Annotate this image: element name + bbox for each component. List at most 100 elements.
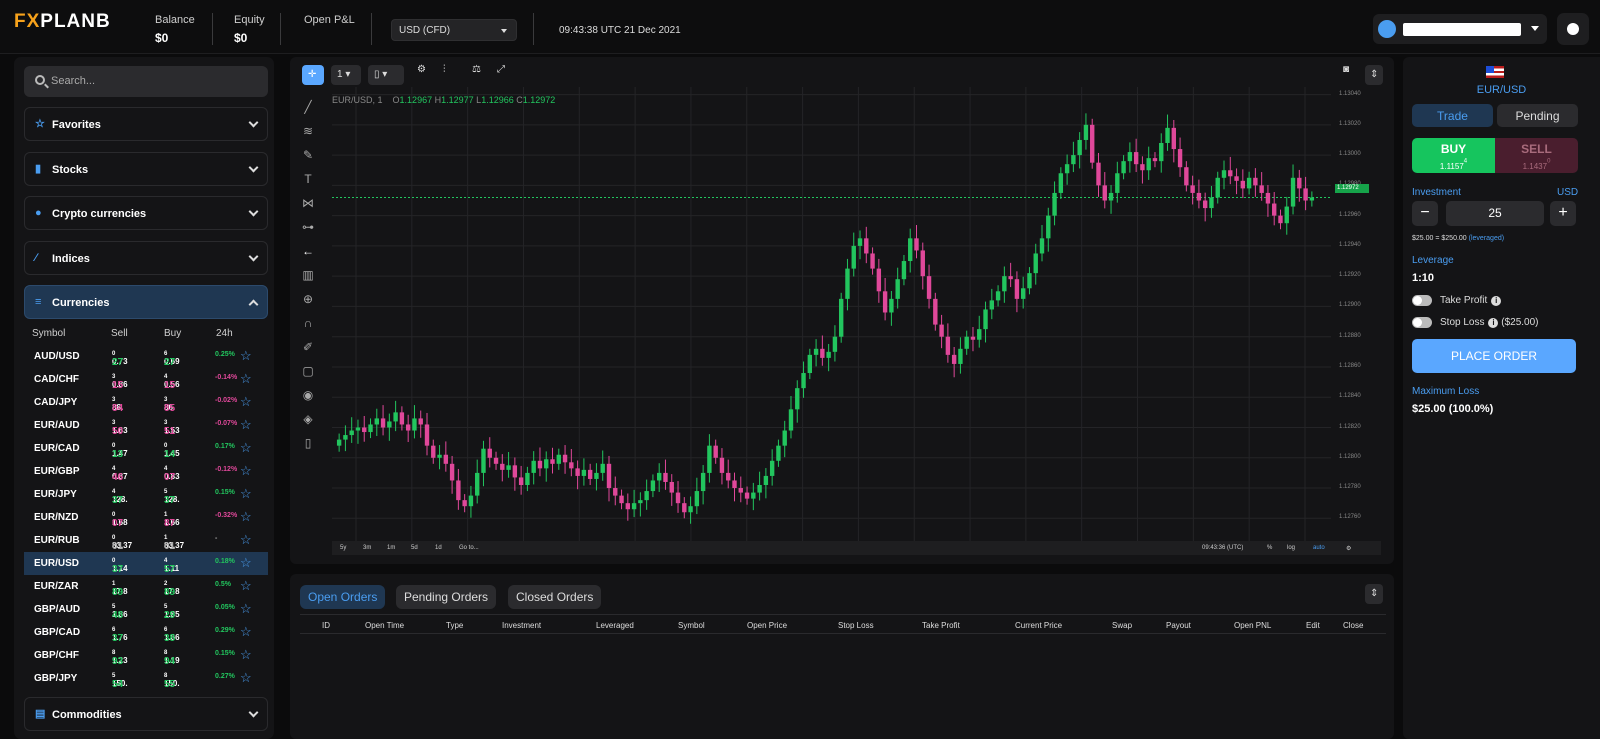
search-input[interactable]: Search... (24, 66, 268, 97)
sell-price[interactable]: 1.23 93 8 (112, 650, 128, 667)
scale-option[interactable]: auto (1313, 545, 1325, 551)
star-icon[interactable]: ☆ (240, 394, 252, 410)
info-icon[interactable]: i (1491, 296, 1502, 306)
back-arrow-icon[interactable]: ← (296, 239, 320, 263)
decrease-button[interactable]: − (1412, 201, 1438, 226)
interval-select[interactable]: 1 ▾ (331, 65, 361, 85)
sell-price[interactable]: 1.14 37 0 (112, 558, 128, 575)
buy-price[interactable]: 1.11 57 4 (164, 558, 179, 575)
buy-price[interactable]: 0.56 15 4 (164, 374, 180, 391)
info-icon[interactable]: i (1488, 318, 1499, 328)
buy-price[interactable]: 1.66 87 1 (164, 512, 180, 529)
star-icon[interactable]: ☆ (240, 348, 252, 364)
currency-row[interactable]: GBP/CAD 1.76 37 6 1.66 38 6 0.29% ☆ (24, 621, 268, 644)
category-currencies[interactable]: ≡ Currencies (24, 285, 268, 319)
buy-price[interactable]: 1.19 94 8 (164, 650, 180, 667)
buy-price[interactable]: 1.85 29 5 (164, 604, 180, 621)
currency-row[interactable]: GBP/CHF 1.23 93 8 1.19 94 8 0.15% ☆ (24, 644, 268, 667)
currency-row[interactable]: EUR/AUD 1.63 50 3 1.53 51 3 -0.07% ☆ (24, 414, 268, 437)
settings-icon[interactable]: ⚙ (417, 64, 426, 75)
scale-option[interactable]: log (1287, 545, 1295, 551)
currency-row[interactable]: CAD/CHF 0.86 15 3 0.56 15 4 -0.14% ☆ (24, 368, 268, 391)
buy-button[interactable]: BUY 1.11574 (1412, 138, 1495, 173)
currency-row[interactable]: EUR/JPY 128. 37 4 128. 37 5 0.15% ☆ (24, 483, 268, 506)
buy-price[interactable]: 0.69 27 6 (164, 351, 180, 368)
sell-price[interactable]: 150. 54 5 (112, 673, 128, 687)
star-icon[interactable]: ☆ (240, 486, 252, 502)
account-currency-select[interactable]: USD (CFD) (391, 19, 517, 41)
fullscreen-icon[interactable]: ⤢ (497, 64, 505, 75)
tab-pending-orders[interactable]: Pending Orders (396, 585, 497, 609)
currency-row[interactable]: GBP/JPY 150. 54 5 150. 55 8 0.27% ☆ (24, 667, 268, 687)
layers-icon[interactable]: ◈ (296, 407, 320, 431)
candlestick-chart[interactable] (332, 87, 1331, 541)
star-icon[interactable]: ☆ (240, 555, 252, 571)
increase-button[interactable]: + (1550, 201, 1576, 226)
range-button[interactable]: 5d (411, 545, 418, 551)
star-icon[interactable]: ☆ (240, 463, 252, 479)
expand-orders-button[interactable]: ⇕ (1365, 584, 1383, 604)
tab-trade[interactable]: Trade (1412, 104, 1493, 127)
take-profit-toggle[interactable] (1412, 295, 1432, 306)
star-icon[interactable]: ☆ (240, 371, 252, 387)
place-order-button[interactable]: PLACE ORDER (1412, 339, 1576, 373)
sell-price[interactable]: 1.68 07 0 (112, 512, 128, 529)
currency-row[interactable]: EUR/ZAR 17.8 89 1 17.8 89 2 0.5% ☆ (24, 575, 268, 598)
zoom-icon[interactable]: ⊕ (296, 287, 320, 311)
camera-icon[interactable]: ◙ (1343, 64, 1349, 75)
currency-row[interactable]: GBP/AUD 1.86 48 5 1.85 29 5 0.05% ☆ (24, 598, 268, 621)
settings-icon[interactable]: ⚙ (1346, 545, 1351, 552)
range-button[interactable]: 5y (340, 545, 346, 551)
buy-price[interactable]: 17.8 89 2 (164, 581, 180, 598)
compare-icon[interactable]: ⚖ (472, 64, 481, 75)
range-button[interactable]: Go to... (459, 545, 479, 551)
sell-price[interactable]: 1.76 37 6 (112, 627, 128, 644)
trendline-icon[interactable]: ╱ (296, 95, 320, 119)
scale-option[interactable]: % (1267, 545, 1272, 551)
range-button[interactable]: 1m (387, 545, 395, 551)
category-commodities[interactable]: ▤ Commodities (24, 697, 268, 731)
buy-price[interactable]: 1.45 14 0 (164, 443, 180, 460)
currency-row[interactable]: EUR/RUB 83.37 01 0 83.37 01 1 - ☆ (24, 529, 268, 552)
pattern-icon[interactable]: ⋈ (296, 191, 320, 215)
star-icon[interactable]: ☆ (240, 417, 252, 433)
fib-icon[interactable]: ≋ (296, 119, 320, 143)
category-crypto[interactable]: ● Crypto currencies (24, 196, 268, 230)
buy-price[interactable]: 150. 55 8 (164, 673, 180, 687)
currency-row[interactable]: EUR/USD 1.14 37 0 1.11 57 4 0.18% ☆ (24, 552, 268, 575)
category-indices[interactable]: ∕ Indices (24, 241, 268, 275)
star-icon[interactable]: ☆ (240, 509, 252, 525)
category-favorites[interactable]: ☆ Favorites (24, 107, 268, 141)
currency-row[interactable]: EUR/NZD 1.68 07 0 1.66 87 1 -0.32% ☆ (24, 506, 268, 529)
star-icon[interactable]: ☆ (240, 440, 252, 456)
buy-price[interactable]: 83.37 01 1 (164, 535, 184, 552)
chart-type-select[interactable]: ▯ ▾ (368, 65, 404, 85)
sell-price[interactable]: 0.86 15 3 (112, 374, 128, 391)
sell-button[interactable]: SELL 1.14370 (1495, 138, 1578, 173)
measure-icon[interactable]: ▥ (296, 263, 320, 287)
brush-icon[interactable]: ✎ (296, 143, 320, 167)
text-icon[interactable]: T (296, 167, 320, 191)
buy-price[interactable]: 128. 37 5 (164, 489, 180, 506)
sell-price[interactable]: 17.8 89 1 (112, 581, 128, 598)
range-button[interactable]: 1d (435, 545, 442, 551)
crosshair-tool-button[interactable]: ✛ (302, 65, 324, 85)
sell-price[interactable]: 0.73 27 0 (112, 351, 128, 368)
buy-price[interactable]: 1.53 51 3 (164, 420, 180, 437)
star-icon[interactable]: ☆ (240, 601, 252, 617)
range-button[interactable]: 3m (363, 545, 371, 551)
magnet-icon[interactable]: ∩ (296, 311, 320, 335)
lock-drawing-icon[interactable]: ✐ (296, 335, 320, 359)
sell-price[interactable]: 83.37 01 0 (112, 535, 132, 552)
sell-price[interactable]: 1.86 48 5 (112, 604, 128, 621)
currency-row[interactable]: AUD/USD 0.73 27 0 0.69 27 6 0.25% ☆ (24, 345, 268, 368)
indicators-icon[interactable]: ⫶ (443, 64, 446, 75)
star-icon[interactable]: ☆ (240, 670, 252, 686)
star-icon[interactable]: ☆ (240, 624, 252, 640)
stop-loss-toggle[interactable] (1412, 317, 1432, 328)
star-icon[interactable]: ☆ (240, 532, 252, 548)
buy-price[interactable]: 86. 85 3 (164, 397, 175, 414)
collapse-button[interactable]: ⇕ (1365, 65, 1383, 85)
tab-pending[interactable]: Pending (1497, 104, 1578, 127)
tab-closed-orders[interactable]: Closed Orders (508, 585, 602, 609)
